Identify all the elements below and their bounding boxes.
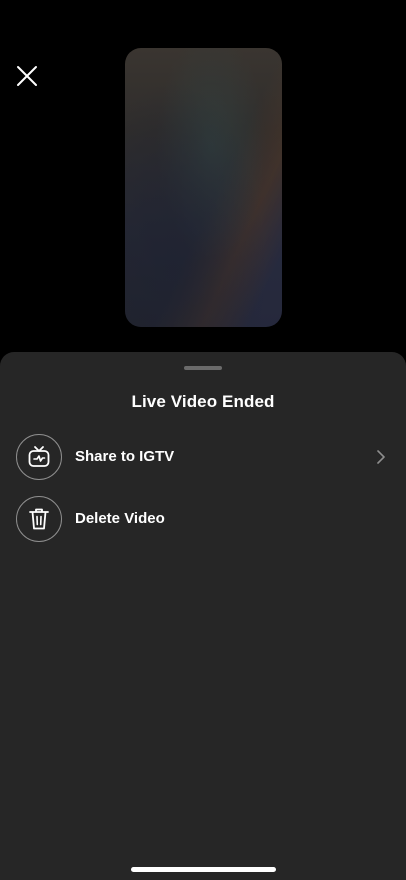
sheet-grabber[interactable]	[184, 366, 222, 370]
delete-video-label: Delete Video	[75, 510, 165, 527]
trash-icon	[29, 508, 49, 530]
delete-video-option[interactable]: Delete Video	[0, 496, 406, 552]
chevron-right-icon	[377, 450, 385, 464]
share-to-igtv-option[interactable]: Share to IGTV	[0, 434, 406, 490]
sheet-title: Live Video Ended	[131, 392, 275, 411]
share-to-igtv-label: Share to IGTV	[75, 448, 175, 465]
trash-icon-circle	[16, 496, 62, 542]
close-icon	[17, 66, 37, 86]
igtv-icon-circle	[16, 434, 62, 480]
close-button[interactable]	[12, 61, 42, 91]
home-indicator	[131, 867, 276, 872]
video-thumbnail	[125, 48, 282, 327]
bottom-sheet: Live Video Ended Share to IGTV Delete Vi…	[0, 352, 406, 880]
igtv-icon	[28, 446, 50, 467]
